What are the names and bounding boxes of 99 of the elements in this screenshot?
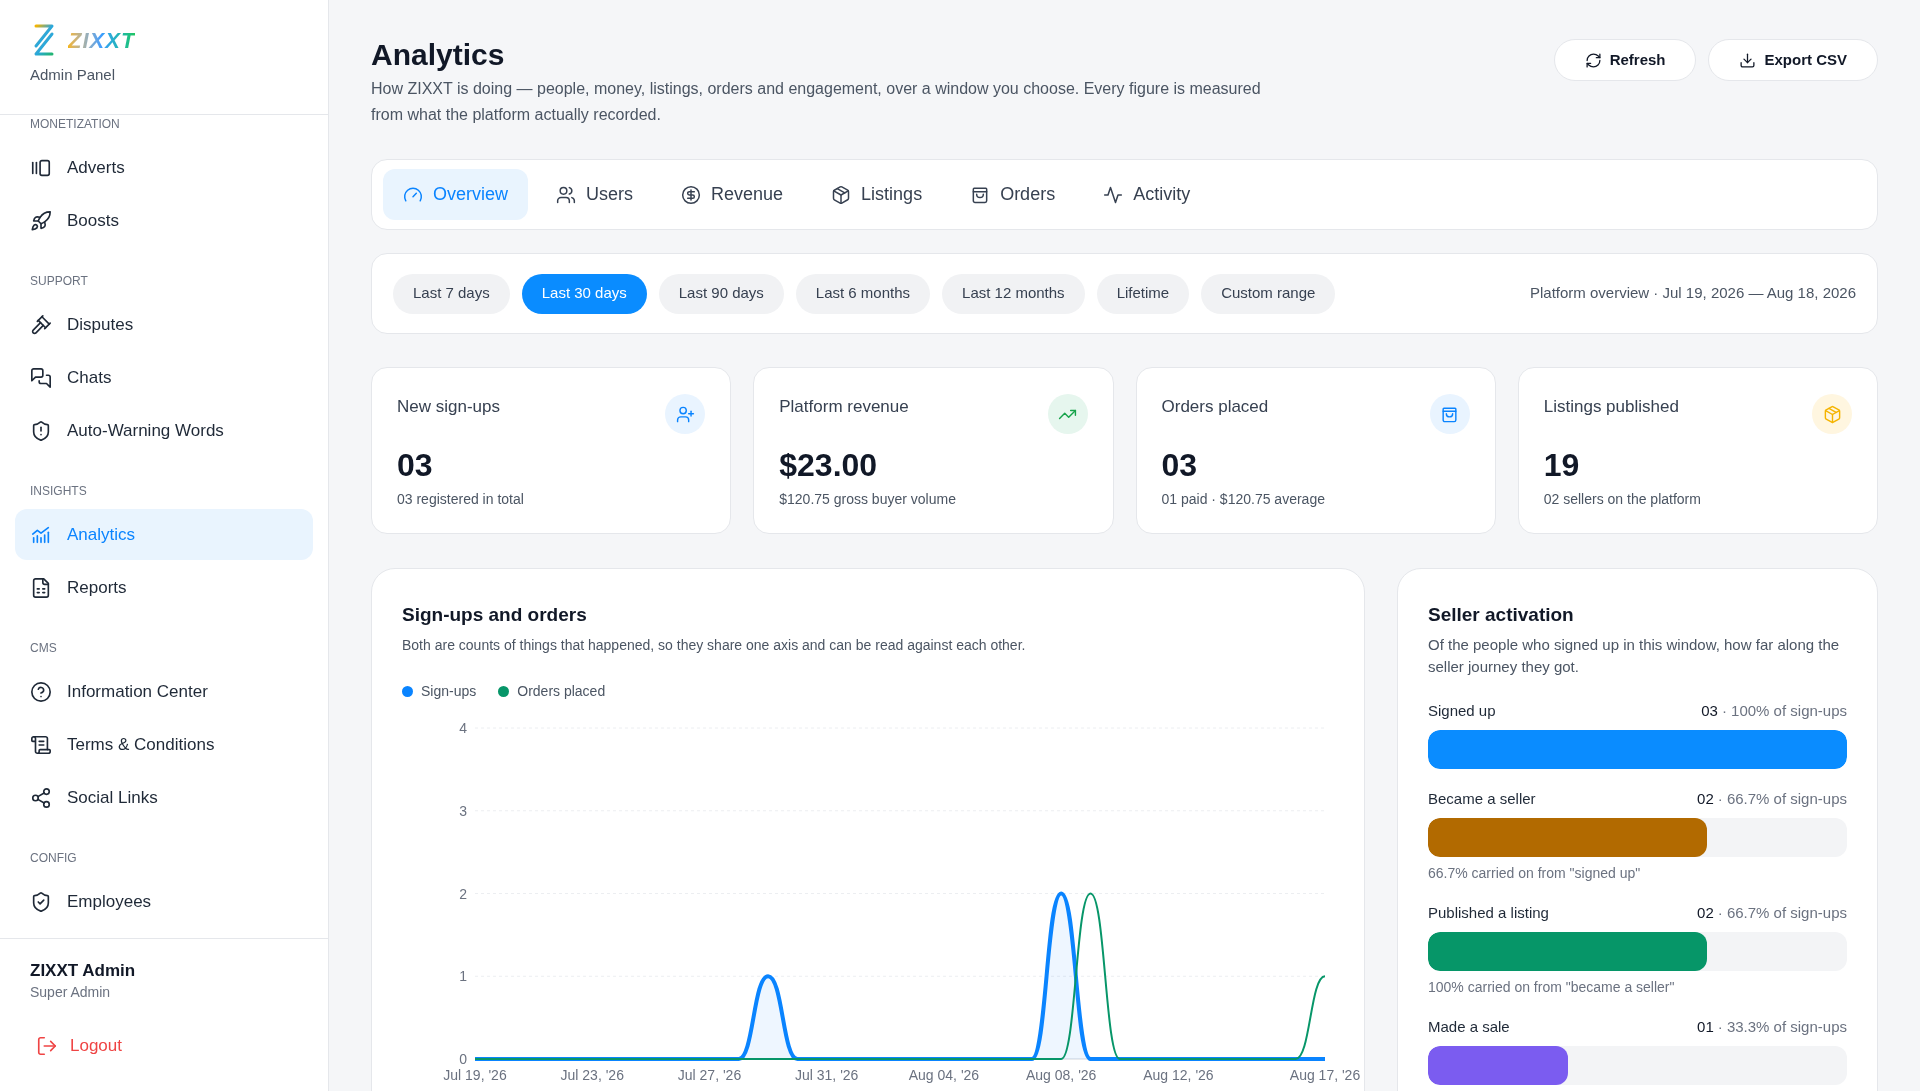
- user-name: ZIXXT Admin: [30, 960, 137, 982]
- x-tick-label: Jul 23, '26: [560, 1067, 624, 1083]
- x-tick-label: Jul 27, '26: [677, 1067, 742, 1083]
- scroll-icon: [30, 733, 52, 756]
- dollar-icon: [681, 184, 702, 205]
- nav-item[interactable]: Social Links: [15, 772, 313, 823]
- package-icon: [1822, 404, 1842, 424]
- y-tick-label: 0: [459, 1051, 467, 1067]
- nav-item[interactable]: Auto-Warning Words: [15, 405, 313, 456]
- range-pill[interactable]: Last 6 months: [795, 273, 931, 314]
- stat-label: Listings published: [1543, 396, 1679, 418]
- nav-item[interactable]: Reports: [15, 562, 313, 613]
- help-icon: [30, 680, 52, 703]
- x-tick-label: Jul 31, '26: [795, 1067, 859, 1083]
- section-heading: MONETIZATION: [29, 116, 121, 133]
- x-tick-label: Aug 17, '26: [1289, 1067, 1361, 1083]
- rocket-icon: [30, 209, 52, 232]
- step-note: 100% carried on from "became a seller": [1428, 978, 1676, 997]
- nav-item[interactable]: Terms & Conditions: [15, 719, 313, 770]
- logout-icon: [36, 1034, 58, 1057]
- step-count: 02: [1697, 788, 1714, 809]
- stat-detail: 01 paid · $120.75 average: [1161, 490, 1326, 509]
- page-title: Analytics: [371, 37, 506, 73]
- step-count: 02: [1697, 902, 1714, 923]
- tab[interactable]: Listings: [811, 169, 943, 220]
- legend-label: Orders placed: [517, 681, 606, 701]
- step-label: Made a sale: [1428, 1016, 1510, 1037]
- x-tick-label: Aug 08, '26: [1026, 1067, 1097, 1083]
- y-tick-label: 3: [459, 802, 467, 819]
- gavel-icon: [30, 313, 52, 336]
- user-plus-icon: [675, 404, 695, 424]
- step-label: Became a seller: [1428, 788, 1536, 809]
- section-heading: SUPPORT: [29, 273, 89, 290]
- stat-value: 03: [1161, 446, 1199, 484]
- nav-item[interactable]: Information Center: [15, 666, 313, 717]
- nav-item[interactable]: Chats: [15, 352, 313, 403]
- range-summary: Platform overview · Jul 19, 2026 — Aug 18, 2026: [1530, 283, 1856, 304]
- stat-label: Platform revenue: [779, 396, 909, 418]
- share-icon: [30, 786, 52, 809]
- export-button[interactable]: Export CSV: [1708, 39, 1878, 81]
- x-tick-label: Aug 04, '26: [908, 1067, 980, 1083]
- range-pill[interactable]: Lifetime: [1096, 273, 1190, 314]
- stat-value: 19: [1543, 446, 1581, 484]
- users-icon: [556, 184, 576, 205]
- stat-detail: $120.75 gross buyer volume: [779, 490, 957, 509]
- step-label: Published a listing: [1428, 902, 1549, 923]
- pulse-icon: [1103, 184, 1124, 205]
- refresh-button[interactable]: Refresh: [1553, 39, 1697, 81]
- section-heading: INSIGHTS: [29, 483, 88, 500]
- stat-value: 03: [397, 446, 434, 484]
- tab[interactable]: Revenue: [661, 169, 804, 220]
- range-pill[interactable]: Last 12 months: [942, 273, 1085, 314]
- bag-icon: [1440, 404, 1460, 424]
- chart-description: Both are counts of things that happened, so they share one axis and can be read against each other.: [402, 636, 1027, 655]
- stat-label: New sign-ups: [397, 396, 500, 418]
- step-share: · 100% of sign-ups: [1721, 700, 1847, 721]
- y-tick-label: 2: [459, 885, 467, 902]
- page-description: How ZIXXT is doing — people, money, listings, orders and engagement, over a window you choose. Every figure is measured from what the platform actually recorded.: [371, 79, 1262, 125]
- stat-label: Orders placed: [1161, 396, 1269, 418]
- package-icon: [831, 184, 852, 205]
- x-tick-label: Aug 12, '26: [1143, 1067, 1214, 1083]
- legend-label: Sign-ups: [421, 681, 477, 701]
- nav-item[interactable]: Disputes: [15, 299, 313, 350]
- step-count: 01: [1697, 1016, 1714, 1037]
- step-count: 03: [1701, 700, 1718, 721]
- step-share: · 33.3% of sign-ups: [1717, 1016, 1847, 1037]
- funnel-description: Of the people who signed up in this window, how far along the seller journey they got.: [1428, 635, 1841, 677]
- chat-bubbles-icon: [30, 366, 52, 389]
- nav-item[interactable]: Boosts: [15, 195, 313, 246]
- shield-check-icon: [30, 890, 52, 913]
- section-heading: CONFIG: [29, 850, 78, 867]
- step-share: · 66.7% of sign-ups: [1717, 788, 1847, 809]
- stat-detail: 02 sellers on the platform: [1543, 490, 1702, 509]
- y-tick-label: 4: [459, 720, 467, 736]
- document-icon: [30, 576, 52, 599]
- step-label: Signed up: [1428, 700, 1496, 721]
- funnel-title: Seller activation: [1428, 603, 1575, 627]
- shield-alert-icon: [30, 419, 52, 442]
- download-icon: [1739, 51, 1757, 69]
- refresh-icon: [1584, 51, 1602, 69]
- step-share: · 66.7% of sign-ups: [1717, 902, 1847, 923]
- range-pill[interactable]: Last 7 days: [393, 273, 510, 314]
- nav-item[interactable]: Adverts: [15, 142, 313, 193]
- tab[interactable]: Orders: [950, 169, 1076, 220]
- stat-value: $23.00: [779, 446, 879, 484]
- section-heading: CMS: [29, 640, 58, 657]
- x-tick-label: Jul 19, '26: [443, 1067, 507, 1083]
- tab[interactable]: Activity: [1083, 169, 1211, 220]
- stat-detail: 03 registered in total: [397, 490, 525, 509]
- tab[interactable]: Users: [536, 169, 654, 220]
- panel-subtitle: Admin Panel: [30, 65, 117, 85]
- range-pill[interactable]: Custom range: [1201, 273, 1336, 314]
- nav-item[interactable]: Employees: [15, 876, 313, 927]
- step-note: 66.7% carried on from "signed up": [1428, 864, 1642, 883]
- logout-link[interactable]: Logout: [30, 1033, 122, 1059]
- range-pill[interactable]: Last 90 days: [658, 273, 784, 314]
- y-tick-label: 1: [459, 968, 467, 985]
- user-role: Super Admin: [30, 983, 112, 1002]
- chart-title: Sign-ups and orders: [402, 603, 588, 627]
